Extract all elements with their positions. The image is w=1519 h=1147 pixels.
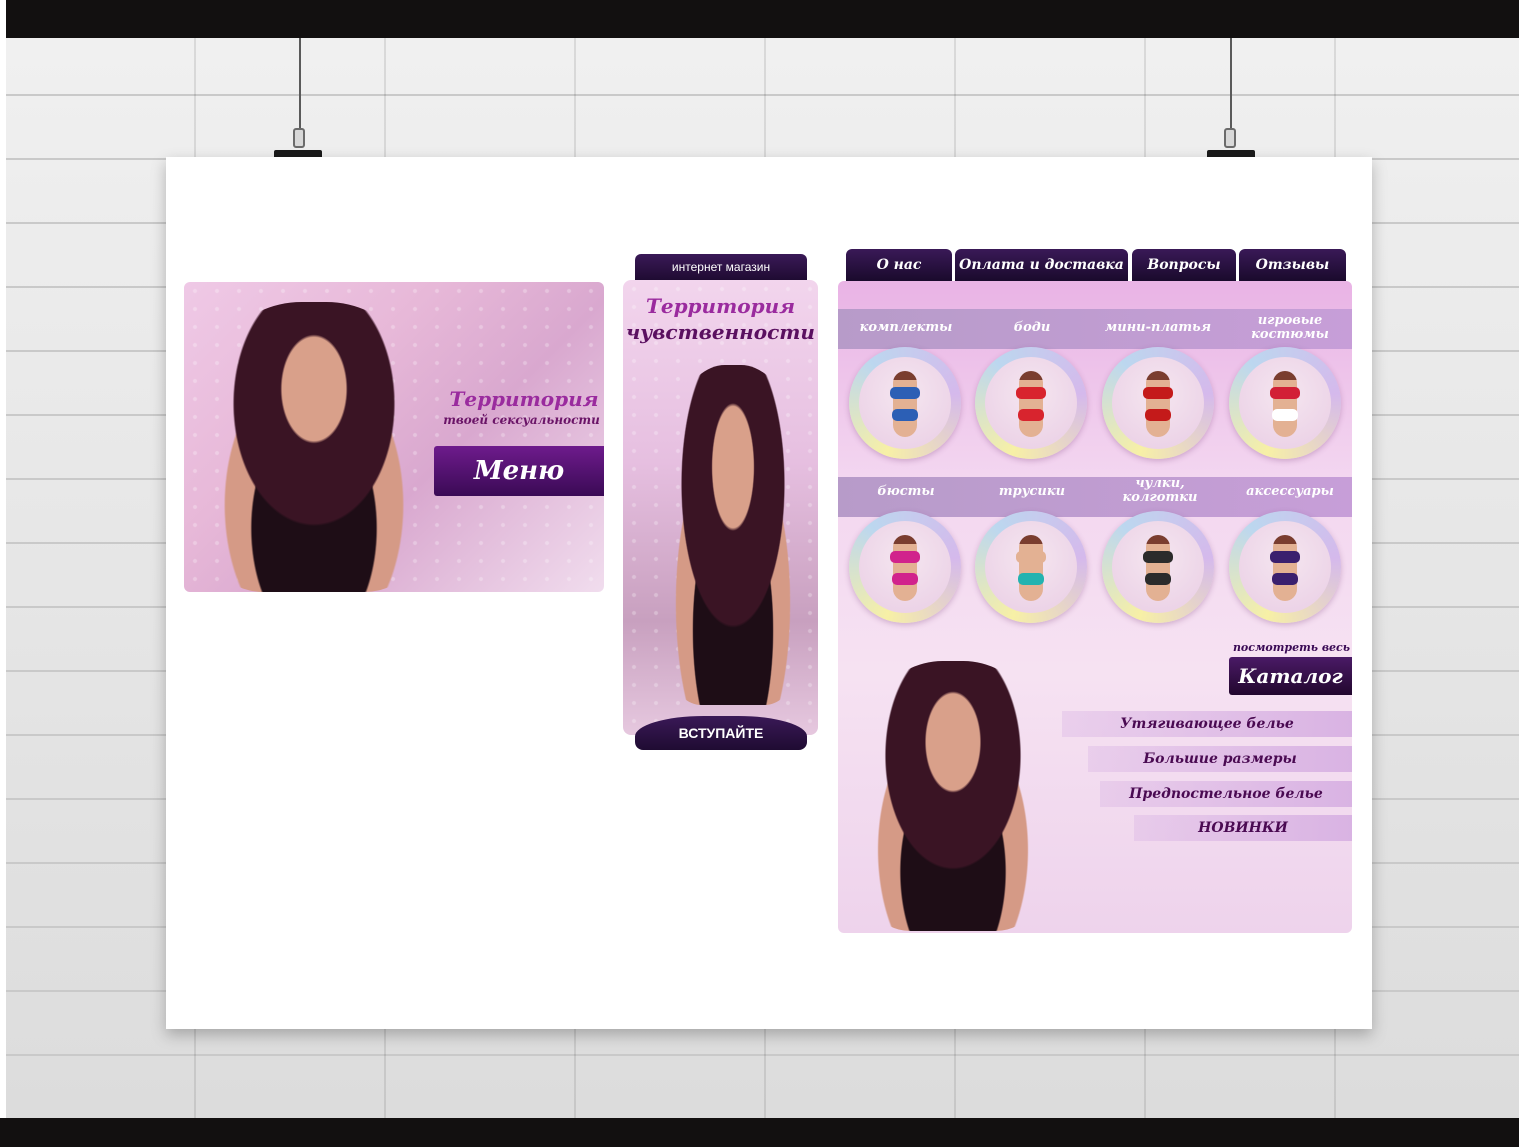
nav-tab-about[interactable]: О нас [846,249,952,281]
category-label: комплекты [859,320,953,335]
banner-title: Территория [645,294,796,318]
shop-menu-panel: комплекты боди мини-платья игровые костю… [838,281,1352,933]
category-label: мини-платья [1104,320,1212,335]
nav-tab-reviews[interactable]: Отзывы [1239,249,1346,281]
bottom-bar [0,1118,1519,1147]
nav-tab-questions[interactable]: Вопросы [1132,249,1236,281]
link-new-arrivals[interactable]: НОВИНКИ [1134,815,1352,841]
banner-subtitle: твоей сексуальности [443,413,600,427]
category-stockings[interactable] [1102,511,1214,623]
category-costumes[interactable] [1229,347,1341,459]
category-bodysuits[interactable] [975,347,1087,459]
category-label: аксессуары [1246,484,1334,499]
link-nightwear[interactable]: Предпостельное белье [1100,781,1352,807]
top-bar [0,0,1519,38]
category-label: бюсты [877,484,935,499]
link-shapewear[interactable]: Утягивающее белье [1062,711,1352,737]
see-all-label: посмотреть весь [1232,641,1350,654]
join-button[interactable]: ВСТУПАЙТЕ [635,716,807,750]
catalog-button[interactable]: Каталог [1229,657,1352,695]
hanging-wire-left [299,38,301,138]
category-label: игровые костюмы [1251,313,1329,342]
nav-tab-payment-delivery[interactable]: Оплата и доставка [955,249,1128,281]
category-label: трусики [998,484,1066,499]
poster: Территория твоей сексуальности Меню инте… [166,157,1372,1029]
join-banner: Территория чувственности [623,280,818,735]
banner-title-line2: чувственности [626,320,815,344]
category-mini-dresses[interactable] [1102,347,1214,459]
category-label: боди [1013,320,1051,335]
category-label: чулки, колготки [1122,476,1198,505]
banner-title: Территория [449,387,599,411]
category-kits[interactable] [849,347,961,459]
category-panties[interactable] [975,511,1087,623]
menu-banner: Территория твоей сексуальности Меню [184,282,604,592]
category-accessories[interactable] [1229,511,1341,623]
menu-button[interactable]: Меню [434,446,604,496]
link-plus-sizes[interactable]: Большие размеры [1088,746,1352,772]
clip-ring-left [293,128,305,148]
model-photo [848,661,1058,931]
model-photo [653,365,813,705]
category-bras[interactable] [849,511,961,623]
shop-tab: интернет магазин [635,254,807,280]
clip-ring-right [1224,128,1236,148]
model-photo [189,302,439,592]
hanging-wire-right [1230,38,1232,138]
